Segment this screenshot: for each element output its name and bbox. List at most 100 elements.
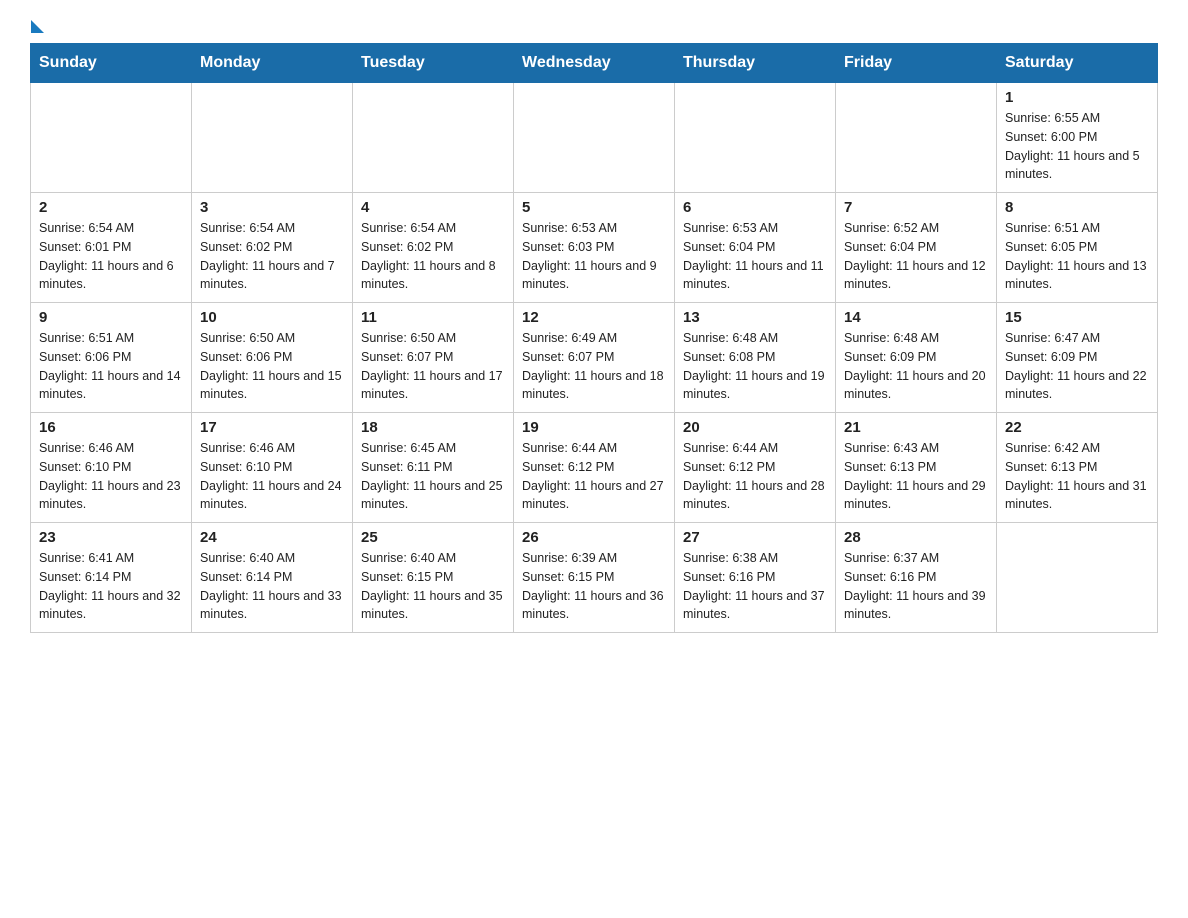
day-number: 25: [361, 529, 505, 546]
calendar-cell: 9 Sunrise: 6:51 AMSunset: 6:06 PMDaylight…: [31, 303, 192, 413]
week-row-5: 23 Sunrise: 6:41 AMSunset: 6:14 PMDayligh…: [31, 523, 1158, 633]
day-number: 4: [361, 199, 505, 216]
day-number: 9: [39, 309, 183, 326]
day-info: Sunrise: 6:51 AMSunset: 6:05 PMDaylight:…: [1005, 219, 1149, 294]
calendar-cell: 26 Sunrise: 6:39 AMSunset: 6:15 PMDayligh…: [514, 523, 675, 633]
day-info: Sunrise: 6:49 AMSunset: 6:07 PMDaylight:…: [522, 329, 666, 404]
day-info: Sunrise: 6:44 AMSunset: 6:12 PMDaylight:…: [522, 439, 666, 514]
calendar-cell: 5 Sunrise: 6:53 AMSunset: 6:03 PMDaylight…: [514, 193, 675, 303]
day-number: 17: [200, 419, 344, 436]
logo-arrow-icon: [31, 20, 44, 33]
calendar-cell: 18 Sunrise: 6:45 AMSunset: 6:11 PMDayligh…: [353, 413, 514, 523]
calendar-cell: 21 Sunrise: 6:43 AMSunset: 6:13 PMDayligh…: [836, 413, 997, 523]
calendar-cell: 7 Sunrise: 6:52 AMSunset: 6:04 PMDaylight…: [836, 193, 997, 303]
day-number: 12: [522, 309, 666, 326]
day-info: Sunrise: 6:43 AMSunset: 6:13 PMDaylight:…: [844, 439, 988, 514]
day-info: Sunrise: 6:55 AMSunset: 6:00 PMDaylight:…: [1005, 109, 1149, 184]
calendar-cell: 17 Sunrise: 6:46 AMSunset: 6:10 PMDayligh…: [192, 413, 353, 523]
calendar-cell: 12 Sunrise: 6:49 AMSunset: 6:07 PMDayligh…: [514, 303, 675, 413]
day-header-saturday: Saturday: [997, 44, 1158, 83]
day-info: Sunrise: 6:47 AMSunset: 6:09 PMDaylight:…: [1005, 329, 1149, 404]
calendar-cell: [675, 83, 836, 193]
day-number: 24: [200, 529, 344, 546]
day-number: 23: [39, 529, 183, 546]
day-info: Sunrise: 6:52 AMSunset: 6:04 PMDaylight:…: [844, 219, 988, 294]
day-number: 16: [39, 419, 183, 436]
day-number: 21: [844, 419, 988, 436]
day-header-friday: Friday: [836, 44, 997, 83]
day-info: Sunrise: 6:50 AMSunset: 6:06 PMDaylight:…: [200, 329, 344, 404]
day-header-sunday: Sunday: [31, 44, 192, 83]
calendar-cell: 1 Sunrise: 6:55 AMSunset: 6:00 PMDaylight…: [997, 83, 1158, 193]
calendar-cell: 10 Sunrise: 6:50 AMSunset: 6:06 PMDayligh…: [192, 303, 353, 413]
calendar-header-row: SundayMondayTuesdayWednesdayThursdayFrid…: [31, 44, 1158, 83]
day-number: 13: [683, 309, 827, 326]
day-info: Sunrise: 6:44 AMSunset: 6:12 PMDaylight:…: [683, 439, 827, 514]
day-header-wednesday: Wednesday: [514, 44, 675, 83]
calendar-cell: 2 Sunrise: 6:54 AMSunset: 6:01 PMDaylight…: [31, 193, 192, 303]
week-row-1: 1 Sunrise: 6:55 AMSunset: 6:00 PMDaylight…: [31, 83, 1158, 193]
day-info: Sunrise: 6:54 AMSunset: 6:01 PMDaylight:…: [39, 219, 183, 294]
day-info: Sunrise: 6:38 AMSunset: 6:16 PMDaylight:…: [683, 549, 827, 624]
day-info: Sunrise: 6:54 AMSunset: 6:02 PMDaylight:…: [361, 219, 505, 294]
calendar-cell: 22Sunrise: 6:42 AMSunset: 6:13 PMDayligh…: [997, 413, 1158, 523]
calendar-cell: [514, 83, 675, 193]
week-row-2: 2 Sunrise: 6:54 AMSunset: 6:01 PMDaylight…: [31, 193, 1158, 303]
day-number: 15: [1005, 309, 1149, 326]
calendar-cell: 11 Sunrise: 6:50 AMSunset: 6:07 PMDayligh…: [353, 303, 514, 413]
day-number: 3: [200, 199, 344, 216]
calendar-cell: 27 Sunrise: 6:38 AMSunset: 6:16 PMDayligh…: [675, 523, 836, 633]
page-header: [30, 20, 1158, 33]
day-number: 27: [683, 529, 827, 546]
day-header-thursday: Thursday: [675, 44, 836, 83]
calendar-cell: 4 Sunrise: 6:54 AMSunset: 6:02 PMDaylight…: [353, 193, 514, 303]
day-info: Sunrise: 6:51 AMSunset: 6:06 PMDaylight:…: [39, 329, 183, 404]
calendar-cell: 24 Sunrise: 6:40 AMSunset: 6:14 PMDayligh…: [192, 523, 353, 633]
day-info: Sunrise: 6:45 AMSunset: 6:11 PMDaylight:…: [361, 439, 505, 514]
calendar-cell: [31, 83, 192, 193]
day-number: 11: [361, 309, 505, 326]
calendar-cell: 25 Sunrise: 6:40 AMSunset: 6:15 PMDayligh…: [353, 523, 514, 633]
day-number: 1: [1005, 89, 1149, 106]
day-number: 26: [522, 529, 666, 546]
day-number: 20: [683, 419, 827, 436]
day-info: Sunrise: 6:48 AMSunset: 6:08 PMDaylight:…: [683, 329, 827, 404]
calendar-cell: 8 Sunrise: 6:51 AMSunset: 6:05 PMDaylight…: [997, 193, 1158, 303]
calendar-cell: [997, 523, 1158, 633]
day-number: 2: [39, 199, 183, 216]
day-number: 18: [361, 419, 505, 436]
day-header-monday: Monday: [192, 44, 353, 83]
day-info: Sunrise: 6:48 AMSunset: 6:09 PMDaylight:…: [844, 329, 988, 404]
calendar-cell: 3 Sunrise: 6:54 AMSunset: 6:02 PMDaylight…: [192, 193, 353, 303]
day-info: Sunrise: 6:42 AMSunset: 6:13 PMDaylight:…: [1005, 439, 1149, 514]
day-info: Sunrise: 6:53 AMSunset: 6:04 PMDaylight:…: [683, 219, 827, 294]
calendar-cell: 16 Sunrise: 6:46 AMSunset: 6:10 PMDayligh…: [31, 413, 192, 523]
day-info: Sunrise: 6:40 AMSunset: 6:14 PMDaylight:…: [200, 549, 344, 624]
calendar-cell: 15 Sunrise: 6:47 AMSunset: 6:09 PMDayligh…: [997, 303, 1158, 413]
day-info: Sunrise: 6:39 AMSunset: 6:15 PMDaylight:…: [522, 549, 666, 624]
calendar-cell: 6Sunrise: 6:53 AMSunset: 6:04 PMDaylight…: [675, 193, 836, 303]
week-row-4: 16 Sunrise: 6:46 AMSunset: 6:10 PMDayligh…: [31, 413, 1158, 523]
calendar-cell: 28Sunrise: 6:37 AMSunset: 6:16 PMDayligh…: [836, 523, 997, 633]
day-number: 8: [1005, 199, 1149, 216]
day-info: Sunrise: 6:40 AMSunset: 6:15 PMDaylight:…: [361, 549, 505, 624]
logo: [30, 20, 44, 33]
day-info: Sunrise: 6:46 AMSunset: 6:10 PMDaylight:…: [200, 439, 344, 514]
calendar-cell: 14 Sunrise: 6:48 AMSunset: 6:09 PMDayligh…: [836, 303, 997, 413]
calendar-table: SundayMondayTuesdayWednesdayThursdayFrid…: [30, 43, 1158, 633]
calendar-cell: [192, 83, 353, 193]
day-info: Sunrise: 6:41 AMSunset: 6:14 PMDaylight:…: [39, 549, 183, 624]
day-info: Sunrise: 6:50 AMSunset: 6:07 PMDaylight:…: [361, 329, 505, 404]
day-header-tuesday: Tuesday: [353, 44, 514, 83]
day-info: Sunrise: 6:54 AMSunset: 6:02 PMDaylight:…: [200, 219, 344, 294]
day-info: Sunrise: 6:53 AMSunset: 6:03 PMDaylight:…: [522, 219, 666, 294]
day-number: 10: [200, 309, 344, 326]
day-info: Sunrise: 6:46 AMSunset: 6:10 PMDaylight:…: [39, 439, 183, 514]
day-number: 7: [844, 199, 988, 216]
calendar-cell: [353, 83, 514, 193]
week-row-3: 9 Sunrise: 6:51 AMSunset: 6:06 PMDaylight…: [31, 303, 1158, 413]
calendar-cell: 20 Sunrise: 6:44 AMSunset: 6:12 PMDayligh…: [675, 413, 836, 523]
calendar-cell: 13 Sunrise: 6:48 AMSunset: 6:08 PMDayligh…: [675, 303, 836, 413]
day-number: 5: [522, 199, 666, 216]
day-number: 14: [844, 309, 988, 326]
